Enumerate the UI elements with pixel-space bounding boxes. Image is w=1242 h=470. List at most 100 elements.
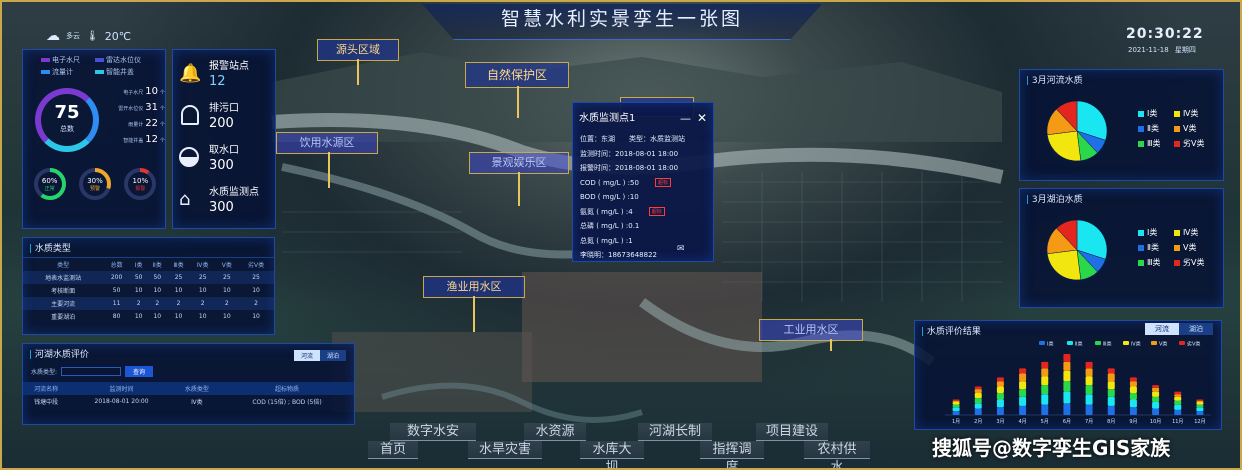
bar-segment[interactable] — [1063, 361, 1071, 371]
bar-segment[interactable] — [1085, 376, 1093, 386]
pie-slice[interactable] — [1046, 130, 1082, 162]
nav-river-chief[interactable]: 河湖长制 — [638, 423, 712, 441]
query-button[interactable]: 查询 — [125, 366, 154, 377]
bar-segment[interactable] — [1196, 402, 1204, 405]
tab-lake[interactable]: 湖泊 — [319, 350, 346, 361]
bar-segment[interactable] — [1174, 400, 1182, 405]
pie-slice[interactable] — [1046, 249, 1082, 281]
nav-rural-supply[interactable]: 农村供水 — [804, 441, 870, 468]
tab-river[interactable]: 河流 — [1145, 323, 1179, 335]
nav-dispatch[interactable]: 指挥调度 — [700, 441, 764, 468]
table-row[interactable]: 地表水监测站 200 50 50 25 25 25 25 — [23, 271, 274, 284]
table-row[interactable]: 主要河流 11 2 2 2 2 2 2 — [23, 297, 274, 310]
bar-segment[interactable] — [1041, 361, 1049, 369]
bar-segment[interactable] — [1085, 368, 1093, 377]
nav-project[interactable]: 项目建设 — [756, 423, 828, 441]
river-quality-pie[interactable] — [1042, 96, 1112, 166]
bar-segment[interactable] — [1174, 409, 1182, 415]
bar-segment[interactable] — [1019, 368, 1027, 374]
bar-segment[interactable] — [1152, 402, 1160, 409]
map-tag-source-area[interactable]: 源头区域 — [317, 39, 399, 61]
bar-segment[interactable] — [1152, 396, 1160, 403]
map-tag-nature-reserve[interactable]: 自然保护区 — [465, 62, 569, 88]
bar-segment[interactable] — [974, 403, 982, 409]
bar-segment[interactable] — [1085, 394, 1093, 405]
bar-segment[interactable] — [952, 400, 960, 403]
bar-segment[interactable] — [1041, 376, 1049, 386]
lake-quality-pie[interactable] — [1042, 215, 1112, 285]
bar-segment[interactable] — [1063, 354, 1071, 362]
bar-segment[interactable] — [952, 407, 960, 412]
bar-segment[interactable] — [1041, 385, 1049, 395]
bar-segment[interactable] — [1107, 396, 1115, 406]
bar-segment[interactable] — [1174, 394, 1182, 397]
bar-segment[interactable] — [974, 398, 982, 404]
bar-segment[interactable] — [1107, 389, 1115, 397]
bar-segment[interactable] — [952, 404, 960, 408]
bar-segment[interactable] — [1085, 404, 1093, 415]
nav-digital-safety[interactable]: 数字水安 — [390, 423, 476, 441]
bar-segment[interactable] — [1019, 405, 1027, 415]
bar-segment[interactable] — [1041, 368, 1049, 377]
water-eval-chart[interactable]: Ⅰ类 Ⅱ类 Ⅲ类 Ⅳ类 Ⅴ类 劣Ⅴ类 1月 2月 3月 4月 5月 6月 7月 8月 9月 10月 11月 12月 — [919, 337, 1219, 429]
bar-segment[interactable] — [1152, 385, 1160, 388]
bar-segment[interactable] — [1129, 377, 1137, 382]
bar-segment[interactable] — [1107, 381, 1115, 390]
bar-segment[interactable] — [1129, 381, 1137, 387]
bar-segment[interactable] — [1019, 389, 1027, 397]
bar-segment[interactable] — [974, 408, 982, 415]
bar-segment[interactable] — [1174, 396, 1182, 401]
map-tag-industrial[interactable]: 工业用水区 — [759, 319, 863, 341]
bar-segment[interactable] — [1107, 368, 1115, 374]
map-tag-fishery[interactable]: 渔业用水区 — [423, 276, 525, 298]
bar-segment[interactable] — [1196, 411, 1204, 415]
bar-segment[interactable] — [1019, 381, 1027, 390]
bar-segment[interactable] — [1063, 403, 1071, 415]
bar-segment[interactable] — [1041, 394, 1049, 405]
bar-segment[interactable] — [1129, 407, 1137, 415]
bar-segment[interactable] — [996, 377, 1004, 382]
station-row[interactable]: 排污口 200 — [179, 94, 269, 136]
bar-segment[interactable] — [974, 392, 982, 399]
bar-segment[interactable] — [1196, 400, 1204, 403]
bar-segment[interactable] — [1152, 408, 1160, 415]
bar-segment[interactable] — [996, 386, 1004, 393]
bar-segment[interactable] — [1129, 392, 1137, 400]
bar-segment[interactable] — [952, 399, 960, 401]
nav-flood-drought[interactable]: 水旱灾害 — [468, 441, 542, 459]
bar-segment[interactable] — [996, 381, 1004, 387]
map-tag-landscape-recreation[interactable]: 景观娱乐区 — [469, 152, 569, 174]
bar-segment[interactable] — [1196, 399, 1204, 401]
tab-river[interactable]: 河流 — [293, 350, 320, 361]
nav-reservoir[interactable]: 水库大坝 — [580, 441, 644, 468]
table-row[interactable]: 考核断面 50 10 10 10 10 10 10 — [23, 284, 274, 297]
water-type-select[interactable] — [61, 367, 122, 376]
map-tag-drinking-source[interactable]: 饮用水源区 — [276, 132, 378, 154]
bar-segment[interactable] — [1085, 361, 1093, 369]
station-row[interactable]: ⌂ 水质监测点 300 — [179, 178, 269, 220]
bar-segment[interactable] — [1152, 387, 1160, 392]
bar-segment[interactable] — [1107, 373, 1115, 382]
bar-segment[interactable] — [952, 411, 960, 415]
station-row[interactable]: 🔔 报警站点 12 — [179, 52, 269, 94]
bar-segment[interactable] — [1085, 385, 1093, 395]
bar-segment[interactable] — [1041, 404, 1049, 415]
bar-segment[interactable] — [1063, 391, 1071, 404]
bar-segment[interactable] — [1129, 399, 1137, 408]
bar-segment[interactable] — [1152, 391, 1160, 397]
bar-segment[interactable] — [996, 392, 1004, 400]
bar-segment[interactable] — [1107, 405, 1115, 415]
bar-segment[interactable] — [996, 399, 1004, 408]
bar-segment[interactable] — [1063, 381, 1071, 392]
table-row[interactable]: 钱塘中段 2018-08-01 20:00 Ⅳ类 COD (15倍) ; BOD (5… — [23, 395, 354, 408]
bar-segment[interactable] — [1196, 404, 1204, 408]
bar-segment[interactable] — [1174, 391, 1182, 395]
bar-segment[interactable] — [974, 386, 982, 390]
bar-segment[interactable] — [1019, 373, 1027, 382]
bar-segment[interactable] — [1196, 407, 1204, 412]
minimize-icon[interactable]: — — [680, 112, 691, 125]
bar-segment[interactable] — [1019, 396, 1027, 406]
tab-lake[interactable]: 湖泊 — [1179, 323, 1213, 335]
nav-water-resources[interactable]: 水资源 — [524, 423, 586, 441]
bar-segment[interactable] — [974, 389, 982, 393]
